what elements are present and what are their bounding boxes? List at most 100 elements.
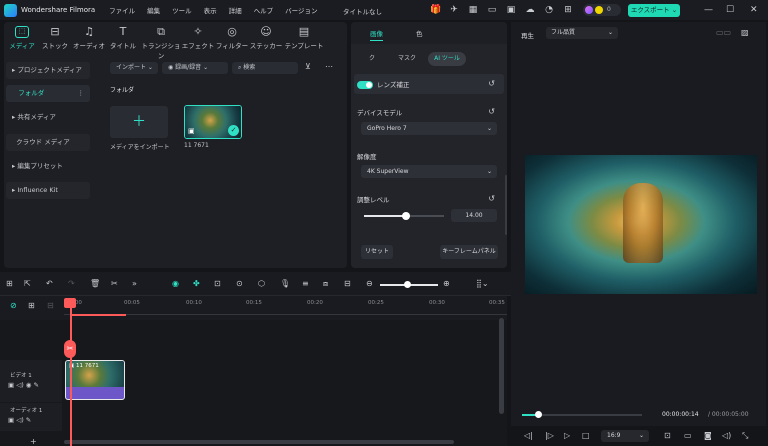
- sidebar-item-project-media[interactable]: ▸ プロジェクトメディア: [6, 62, 90, 79]
- camera-icon[interactable]: ◙: [704, 431, 712, 440]
- gift-icon[interactable]: 🎁: [430, 5, 441, 15]
- timeline-video-clip[interactable]: ▣ 11 7671: [65, 360, 125, 400]
- inspector-scrollbar[interactable]: [505, 175, 507, 235]
- search-input[interactable]: ⌕ 検索: [232, 62, 298, 74]
- record-dropdown[interactable]: ◉ 録画/録音 ⌄: [162, 62, 228, 74]
- audio-mix-icon[interactable]: ≡: [302, 279, 309, 288]
- video-track-controls[interactable]: ▣ ◁) ◉ ✎: [8, 381, 39, 389]
- timeline-vertical-scrollbar[interactable]: [499, 318, 504, 414]
- media-clip-thumbnail[interactable]: ▣ ✓: [184, 105, 242, 139]
- monitor-icon[interactable]: ▭: [487, 5, 497, 15]
- zoom-out-icon[interactable]: ⊖: [366, 279, 373, 288]
- layout-icon[interactable]: ⊞: [6, 279, 13, 288]
- keyframe-panel-button[interactable]: キーフレームパネル: [440, 245, 498, 259]
- playhead-line[interactable]: [70, 300, 72, 446]
- subtab-ai-tools[interactable]: AI ツール: [428, 52, 466, 66]
- resolution-select[interactable]: 4K SuperView ⌄: [361, 165, 497, 178]
- sidebar-item-folder[interactable]: フォルダ ⋮: [6, 85, 90, 102]
- compare-view-icon[interactable]: ▭▭: [716, 28, 731, 37]
- aspect-ratio-select[interactable]: 16:9 ⌄: [601, 430, 649, 442]
- marker-icon[interactable]: ⊡: [214, 279, 221, 288]
- select-tool-icon[interactable]: ⇱: [24, 279, 31, 288]
- next-frame-icon[interactable]: |▷: [545, 431, 554, 440]
- tab-transitions[interactable]: ⧉ トランジション: [141, 26, 181, 61]
- export-button[interactable]: エクスポート ⌄: [628, 4, 680, 17]
- cloud-icon[interactable]: ☁: [525, 5, 535, 15]
- minimize-icon[interactable]: —: [704, 5, 713, 15]
- menu-file[interactable]: ファイル: [109, 5, 135, 15]
- link-icon[interactable]: ⊘: [10, 301, 17, 310]
- device-model-select[interactable]: GoPro Hero 7 ⌄: [361, 122, 497, 135]
- save-icon[interactable]: ▣: [506, 5, 516, 15]
- tab-titles[interactable]: T タイトル: [105, 26, 141, 51]
- adjust-level-input[interactable]: 14.00: [451, 209, 497, 222]
- sidebar-item-cloud-media[interactable]: クラウド メディア: [6, 134, 90, 151]
- split-scissors-icon[interactable]: ✂: [111, 279, 118, 288]
- playback-scrubber[interactable]: [535, 411, 542, 418]
- tab-effects[interactable]: ✧ エフェクト: [180, 26, 216, 51]
- tab-stock[interactable]: ⊟ ストック: [37, 26, 73, 51]
- credits-toggle[interactable]: 0: [583, 4, 621, 16]
- tab-stickers[interactable]: ☺ ステッカー: [248, 26, 284, 51]
- menu-tools[interactable]: ツール: [172, 5, 192, 15]
- fullscreen-render-icon[interactable]: ⊡: [664, 431, 671, 440]
- reset-icon[interactable]: ↺: [488, 79, 495, 88]
- reset-icon[interactable]: ↺: [488, 194, 495, 203]
- menu-help[interactable]: ヘルプ: [254, 5, 274, 15]
- template-icon[interactable]: ▦: [468, 5, 478, 15]
- expand-icon[interactable]: ⤡: [742, 431, 748, 441]
- delete-icon[interactable]: 🗑: [90, 279, 100, 288]
- volume-icon[interactable]: ◁): [722, 431, 731, 440]
- more-icon[interactable]: ⋮: [78, 85, 85, 102]
- audio-track-controls[interactable]: ▣ ◁) ✎: [8, 416, 31, 424]
- snap-icon[interactable]: ✤: [193, 279, 200, 288]
- more-tools-icon[interactable]: »: [132, 279, 137, 288]
- playhead-handle[interactable]: [64, 298, 76, 308]
- stop-icon[interactable]: □: [582, 431, 590, 440]
- sidebar-item-shared-media[interactable]: ▸ 共有メディア: [6, 109, 90, 126]
- headset-icon[interactable]: ◔: [544, 5, 554, 15]
- redo-icon[interactable]: ↷: [68, 279, 75, 288]
- filter-sort-icon[interactable]: ⊻: [305, 62, 311, 71]
- snapshot-image-icon[interactable]: ▨: [741, 28, 749, 37]
- send-icon[interactable]: ✈: [449, 5, 459, 15]
- track-settings-icon[interactable]: ⊟: [47, 301, 54, 310]
- tab-templates[interactable]: ▤ テンプレート: [284, 26, 324, 51]
- prev-frame-icon[interactable]: ◁|: [524, 431, 533, 440]
- menu-edit[interactable]: 編集: [147, 5, 160, 15]
- track-grid-icon[interactable]: ⣿⌄: [476, 279, 489, 288]
- add-track-icon[interactable]: ⊞: [28, 301, 35, 310]
- sidebar-item-influence-kit[interactable]: ▸ Influence Kit: [6, 182, 90, 199]
- clip-replace-icon[interactable]: ⧈: [323, 279, 328, 289]
- more-options-icon[interactable]: ⋯: [325, 62, 333, 71]
- lens-correction-switch[interactable]: [357, 81, 373, 89]
- reset-icon[interactable]: ↺: [488, 107, 495, 116]
- zoom-knob[interactable]: [404, 281, 411, 288]
- tab-filters[interactable]: ◎ フィルター: [214, 26, 250, 51]
- reset-button[interactable]: リセット: [361, 245, 393, 259]
- menu-advanced[interactable]: 詳細: [229, 5, 242, 15]
- menu-view[interactable]: 表示: [204, 5, 217, 15]
- tab-audio[interactable]: ♫ オーディオ: [71, 26, 107, 51]
- video-preview[interactable]: [525, 155, 757, 294]
- import-dropdown[interactable]: インポート ⌄: [110, 62, 158, 74]
- close-icon[interactable]: ✕: [750, 5, 758, 15]
- timeline-horizontal-scrollbar[interactable]: [64, 440, 454, 444]
- adjust-level-knob[interactable]: [402, 212, 410, 220]
- auto-ripple-icon[interactable]: ⊙: [236, 279, 243, 288]
- shield-icon[interactable]: ⬡: [258, 279, 265, 288]
- pip-icon[interactable]: ⊟: [344, 279, 351, 288]
- subtab-mask[interactable]: マスク: [392, 52, 422, 66]
- subtab-crop[interactable]: ク: [364, 52, 380, 66]
- tab-image[interactable]: 画像: [370, 28, 383, 41]
- import-media-tile[interactable]: ＋: [110, 106, 168, 138]
- tab-media[interactable]: ⬚ メディア: [4, 26, 40, 50]
- tab-color[interactable]: 色: [416, 28, 423, 38]
- display-icon[interactable]: ▭: [684, 431, 692, 440]
- sidebar-item-edit-presets[interactable]: ▸ 編集プリセット: [6, 158, 90, 175]
- play-icon[interactable]: ▷: [564, 431, 570, 440]
- undo-icon[interactable]: ↶: [46, 279, 53, 288]
- maximize-icon[interactable]: ☐: [726, 5, 734, 15]
- ai-mate-icon[interactable]: ◉: [172, 279, 179, 288]
- playhead-scissors-icon[interactable]: ✂: [64, 340, 76, 358]
